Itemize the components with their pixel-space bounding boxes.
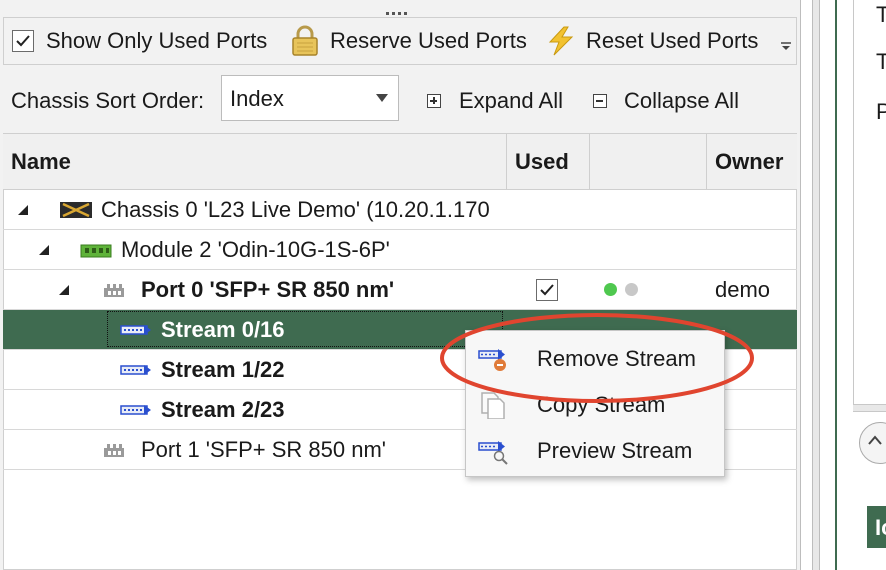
annotation-highlight-ellipse (440, 313, 754, 403)
stream-icon (120, 350, 152, 389)
expand-all-label: Expand All (459, 88, 563, 113)
details-panel: T T P Ic (801, 0, 886, 570)
reserve-used-ports-label: Reserve Used Ports (330, 28, 527, 53)
overflow-chevron-icon[interactable] (780, 40, 792, 58)
details-line: T (876, 49, 886, 74)
expand-icon (427, 94, 441, 108)
row-owner: demo (715, 276, 771, 302)
dropdown-arrow-icon (376, 94, 388, 102)
row-name: Chassis 0 'L23 Live Demo' (10.20.1.170 (101, 196, 490, 222)
used-checkbox[interactable] (536, 270, 558, 309)
column-header-used[interactable]: Used (507, 134, 590, 189)
section-header-label: Ic (875, 515, 886, 540)
chassis-icon (59, 190, 93, 229)
column-header-status[interactable] (590, 134, 707, 189)
row-name: Stream 1/22 (161, 356, 285, 382)
lock-icon (292, 25, 318, 56)
collapse-icon (593, 94, 607, 108)
tree-row-port[interactable]: Port 0 'SFP+ SR 850 nm' demo (3, 270, 797, 310)
menu-item-preview-stream[interactable]: Preview Stream (466, 429, 724, 473)
tree-row-module[interactable]: Module 2 'Odin-10G-1S-6P' (3, 230, 797, 270)
collapse-all-label: Collapse All (624, 88, 739, 113)
horizontal-splitter[interactable] (853, 404, 886, 412)
checkbox-icon[interactable] (12, 30, 34, 52)
show-only-used-ports-label: Show Only Used Ports (46, 28, 268, 53)
menu-item-label: Preview Stream (537, 438, 693, 463)
row-name: Stream 0/16 (161, 316, 285, 342)
port-status-indicator (604, 270, 646, 309)
row-name: Port 1 'SFP+ SR 850 nm' (141, 436, 387, 462)
section-header: Ic (867, 506, 886, 548)
preview-stream-icon (478, 441, 508, 465)
chassis-sort-order-select[interactable]: Index (221, 75, 399, 121)
details-content: T T P (853, 0, 886, 410)
sort-order-value: Index (230, 86, 284, 111)
column-header-name[interactable]: Name (3, 134, 507, 189)
lightning-icon (548, 26, 574, 56)
row-name: Port 0 'SFP+ SR 850 nm' (141, 276, 395, 302)
status-dot-online-icon (604, 283, 617, 296)
chassis-sort-order-label: Chassis Sort Order: (11, 88, 205, 113)
stream-icon (120, 310, 152, 349)
details-line: T (876, 2, 886, 27)
port-icon (102, 270, 126, 309)
expand-all-button[interactable]: Expand All (427, 88, 563, 114)
collapse-all-button[interactable]: Collapse All (593, 88, 739, 114)
column-header-owner[interactable]: Owner (707, 134, 797, 189)
splitter[interactable] (812, 0, 820, 570)
ports-toolbar: Show Only Used Ports Reserve Used Ports … (3, 17, 797, 65)
reset-used-ports-label: Reset Used Ports (586, 28, 759, 53)
stream-icon (120, 390, 152, 429)
port-icon (102, 430, 126, 469)
show-only-used-ports-checkbox[interactable]: Show Only Used Ports (12, 18, 267, 64)
collapse-arrow-icon[interactable] (59, 270, 69, 309)
status-dot-offline-icon (625, 283, 638, 296)
tree-row-chassis[interactable]: Chassis 0 'L23 Live Demo' (10.20.1.170 (3, 190, 797, 230)
details-line: P (876, 99, 886, 124)
module-icon (79, 230, 113, 269)
reserve-used-ports-button[interactable]: Reserve Used Ports (290, 18, 527, 64)
row-name: Stream 2/23 (161, 396, 285, 422)
reset-used-ports-button[interactable]: Reset Used Ports (544, 18, 758, 64)
collapse-arrow-icon[interactable] (18, 190, 28, 229)
scroll-up-button[interactable] (859, 422, 886, 464)
grid-header: Name Used Owner (3, 134, 797, 190)
panel-accent-line (835, 0, 837, 570)
collapse-arrow-icon[interactable] (39, 230, 49, 269)
resize-grip-icon[interactable] (386, 2, 414, 15)
row-name: Module 2 'Odin-10G-1S-6P' (121, 236, 390, 262)
